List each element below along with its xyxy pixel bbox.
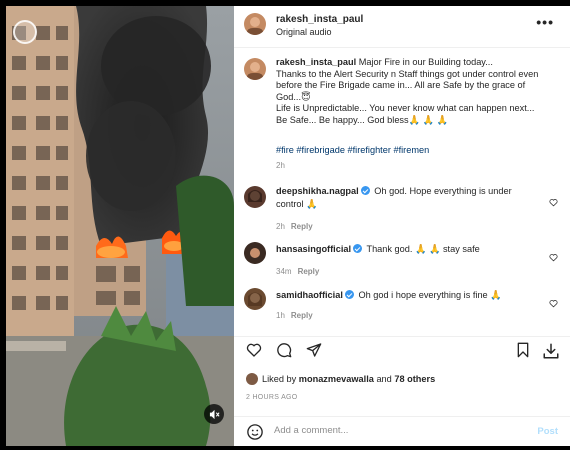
post-video[interactable] (6, 6, 234, 446)
avatar[interactable] (244, 288, 266, 310)
comment-like-heart-icon[interactable] (549, 299, 558, 308)
comment-meta: 34m Reply (276, 267, 319, 276)
reply-button[interactable]: Reply (291, 222, 313, 231)
verified-badge-icon (353, 244, 363, 253)
comment-time: 34m (276, 267, 292, 276)
comment-item: deepshikha.nagpal Oh god. Hope everythin… (234, 184, 570, 234)
comment-like-heart-icon[interactable] (549, 253, 558, 262)
comment-body: Thank god. 🙏 🙏 stay safe (366, 244, 480, 254)
comment-body-cont: control 🙏 (276, 198, 318, 209)
post-header: rakesh_insta_paul Original audio ••• (234, 6, 570, 48)
likes-summary: Liked by monazmevawalla and 78 others (262, 374, 435, 384)
avatar[interactable] (244, 242, 266, 264)
caption-username[interactable]: rakesh_insta_paul (276, 57, 356, 67)
comment-like-heart-icon[interactable] (549, 198, 558, 207)
caption-line: Life is Unpredictable... You never know … (276, 103, 535, 114)
comment-time: 2h (276, 222, 285, 231)
comment-item: hansasingofficial Thank god. 🙏 🙏 stay sa… (234, 240, 570, 280)
share-icon[interactable] (306, 342, 322, 358)
heart-icon[interactable] (246, 342, 262, 358)
reel-logo-icon (13, 20, 37, 44)
comment-body: Oh god i hope everything is fine 🙏 (358, 290, 502, 300)
comment-text: hansasingofficial Thank god. 🙏 🙏 stay sa… (276, 243, 536, 256)
verified-badge-icon (344, 290, 354, 299)
post-details-panel: rakesh_insta_paul Original audio ••• rak… (234, 6, 570, 446)
avatar[interactable] (244, 13, 266, 35)
speaker-muted-icon[interactable] (204, 404, 224, 424)
liker-avatar[interactable] (246, 373, 258, 385)
reply-button[interactable]: Reply (291, 311, 313, 320)
bookmark-icon[interactable] (516, 342, 530, 358)
add-comment-bar: Post (234, 416, 570, 446)
verified-badge-icon (360, 186, 370, 195)
caption-line: Thanks to the Alert Security n Staff thi… (276, 68, 539, 79)
comment-item: samidhaofficial Oh god i hope everything… (234, 286, 570, 326)
comment-input[interactable] (274, 425, 514, 436)
avatar[interactable] (244, 186, 266, 208)
reply-button[interactable]: Reply (298, 267, 320, 276)
more-options-icon[interactable]: ••• (536, 14, 554, 30)
download-icon[interactable] (542, 342, 560, 360)
caption-hashtags[interactable]: #fire #firebrigade #firefighter #firemen (276, 145, 429, 155)
post-timestamp: 2 HOURS AGO (246, 394, 298, 401)
caption-line: Be Safe... Be happy... God bless🙏 🙏 🙏 (276, 114, 449, 125)
comment-time: 1h (276, 311, 285, 320)
post-caption: rakesh_insta_paul Major Fire in our Buil… (276, 57, 560, 127)
audio-label[interactable]: Original audio (276, 27, 332, 37)
caption-line: God...😇 (276, 91, 311, 102)
video-frame-image (6, 6, 234, 446)
likes-others[interactable]: 78 others (394, 374, 435, 384)
divider (234, 336, 570, 337)
comment-body: Oh god. Hope everything is under (374, 186, 512, 196)
post-button[interactable]: Post (537, 426, 558, 437)
likes-and: and (376, 374, 392, 384)
comment-username[interactable]: samidhaofficial (276, 290, 343, 300)
comment-text: samidhaofficial Oh god i hope everything… (276, 289, 536, 302)
comment-text: deepshikha.nagpal Oh god. Hope everythin… (276, 185, 536, 210)
likes-prefix: Liked by (262, 374, 297, 384)
caption-time: 2h (276, 161, 285, 170)
caption-line: before the Fire Brigade came in... All a… (276, 80, 526, 91)
comment-username[interactable]: hansasingofficial (276, 244, 351, 254)
caption-avatar[interactable] (244, 58, 266, 80)
liker-username[interactable]: monazmevawalla (299, 374, 374, 384)
post-actions (234, 342, 570, 370)
comment-meta: 2h Reply (276, 222, 313, 231)
caption-line: Major Fire in our Building today... (358, 57, 493, 67)
comment-icon[interactable] (276, 342, 292, 358)
emoji-icon[interactable] (246, 423, 264, 441)
post-author-username[interactable]: rakesh_insta_paul (276, 14, 363, 25)
comment-username[interactable]: deepshikha.nagpal (276, 186, 359, 196)
comment-meta: 1h Reply (276, 311, 313, 320)
screen-frame: rakesh_insta_paul Original audio ••• rak… (0, 0, 570, 450)
